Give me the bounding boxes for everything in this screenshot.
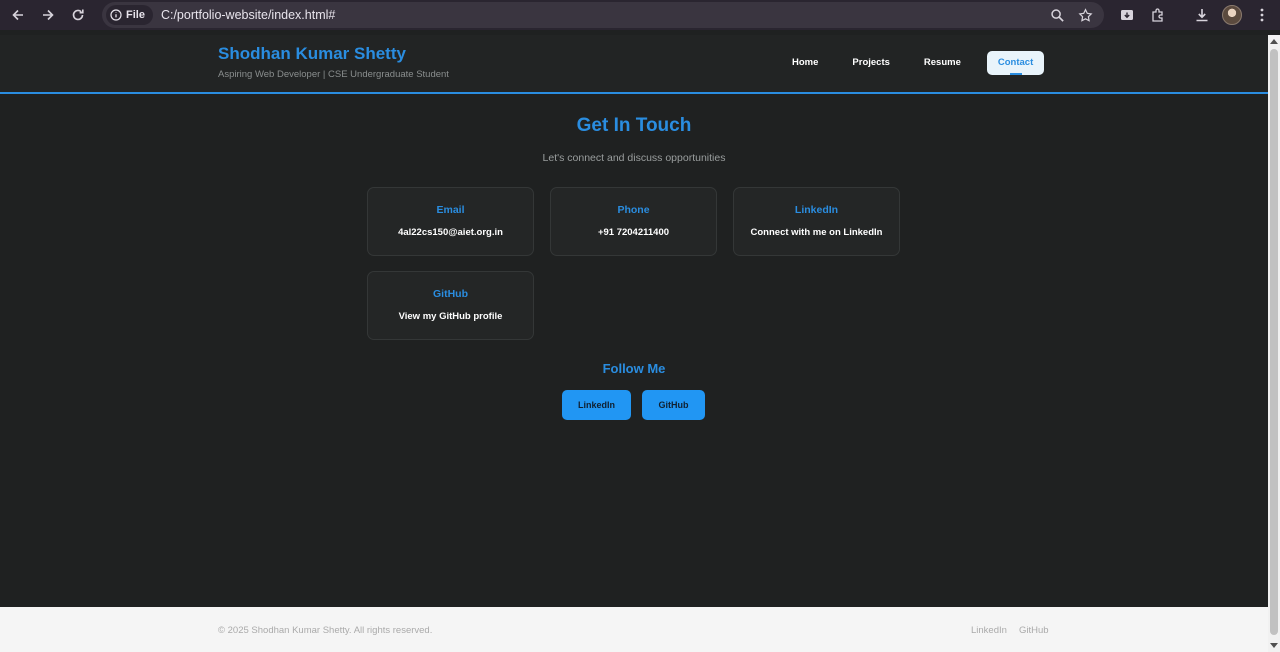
page-viewport: Shodhan Kumar Shetty Aspiring Web Develo… <box>0 35 1268 652</box>
site-header: Shodhan Kumar Shetty Aspiring Web Develo… <box>0 35 1268 94</box>
site-tagline: Aspiring Web Developer | CSE Undergradua… <box>218 69 449 80</box>
info-icon <box>110 9 122 21</box>
forward-arrow-icon[interactable] <box>38 5 58 25</box>
card-title: Email <box>436 204 465 216</box>
scroll-up-arrow-icon[interactable] <box>1270 39 1278 44</box>
contact-title: Get In Touch <box>576 115 692 136</box>
vertical-scrollbar[interactable] <box>1268 35 1280 652</box>
main-nav: Home Projects Resume Contact <box>775 51 1045 75</box>
contact-subtitle: Let's connect and discuss opportunities <box>542 152 726 164</box>
scroll-thumb[interactable] <box>1270 49 1278 635</box>
card-value: +91 7204211400 <box>597 227 670 238</box>
card-value: Connect with me on LinkedIn <box>750 227 883 238</box>
scroll-down-arrow-icon[interactable] <box>1270 643 1278 648</box>
footer-link-linkedin[interactable]: LinkedIn <box>971 625 1007 636</box>
file-chip-label: File <box>126 9 145 21</box>
extensions-puzzle-icon[interactable] <box>1148 5 1168 25</box>
card-title: GitHub <box>433 288 468 300</box>
follow-linkedin-button[interactable]: LinkedIn <box>562 390 631 420</box>
contact-card-linkedin[interactable]: LinkedIn Connect with me on LinkedIn <box>733 187 900 256</box>
browser-toolbar: File C:/portfolio-website/index.html# <box>0 0 1280 30</box>
contact-card-email[interactable]: Email 4al22cs150@aiet.org.in <box>367 187 534 256</box>
zoom-icon[interactable] <box>1048 6 1066 24</box>
site-title: Shodhan Kumar Shetty <box>218 44 406 63</box>
reload-icon[interactable] <box>68 5 88 25</box>
nav-home[interactable]: Home <box>775 51 835 75</box>
back-arrow-icon[interactable] <box>8 5 28 25</box>
nav-projects[interactable]: Projects <box>835 51 907 75</box>
contact-card-github[interactable]: GitHub View my GitHub profile <box>367 271 534 340</box>
card-title: LinkedIn <box>794 204 839 216</box>
screen-capture-extension-icon[interactable] <box>1117 5 1137 25</box>
site-footer: © 2025 Shodhan Kumar Shetty. All rights … <box>0 607 1268 652</box>
footer-copyright: © 2025 Shodhan Kumar Shetty. All rights … <box>218 625 433 636</box>
url-text[interactable]: C:/portfolio-website/index.html# <box>161 8 335 22</box>
address-bar[interactable]: File C:/portfolio-website/index.html# <box>102 2 1104 28</box>
contact-card-phone[interactable]: Phone +91 7204211400 <box>550 187 717 256</box>
downloads-icon[interactable] <box>1192 5 1212 25</box>
site-info-chip[interactable]: File <box>106 5 153 25</box>
more-menu-icon[interactable] <box>1252 5 1272 25</box>
follow-github-button[interactable]: GitHub <box>642 390 705 420</box>
follow-title: Follow Me <box>602 361 666 376</box>
profile-avatar[interactable] <box>1222 5 1242 25</box>
card-title: Phone <box>617 204 650 216</box>
card-value: 4al22cs150@aiet.org.in <box>398 227 503 238</box>
nav-resume[interactable]: Resume <box>907 51 978 75</box>
bookmark-star-icon[interactable] <box>1076 6 1094 24</box>
footer-link-github[interactable]: GitHub <box>1019 625 1049 636</box>
nav-contact[interactable]: Contact <box>986 51 1045 75</box>
card-value: View my GitHub profile <box>398 311 503 322</box>
